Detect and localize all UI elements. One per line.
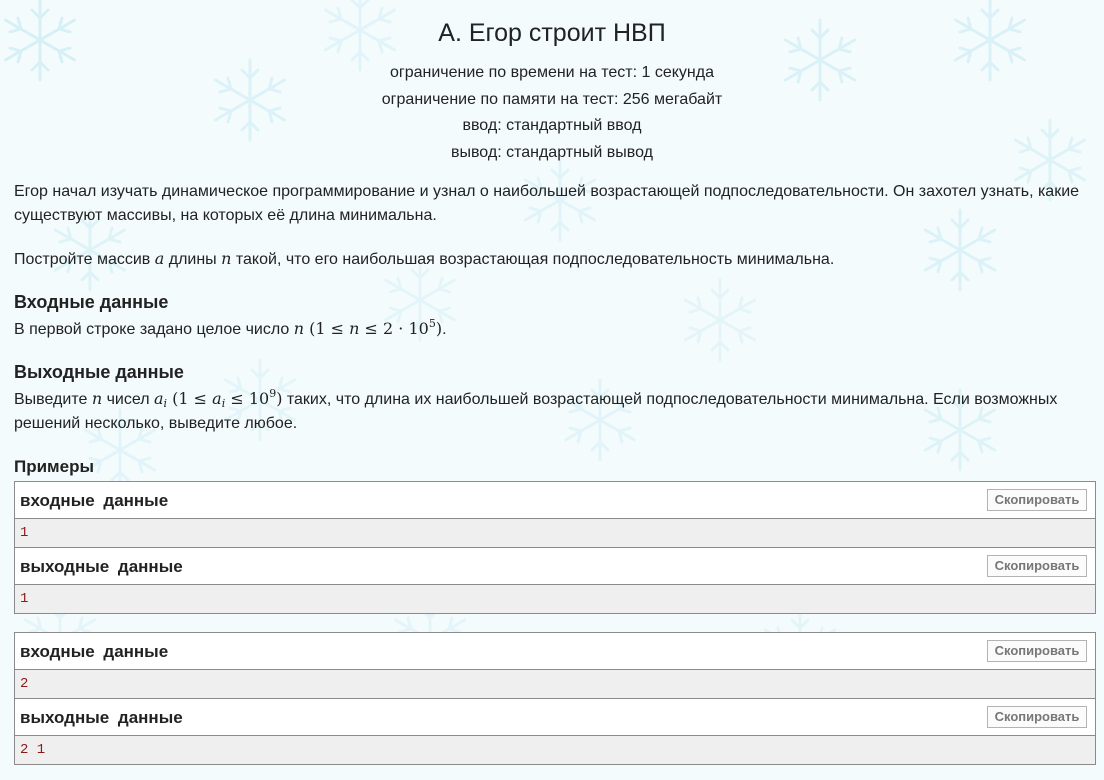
- example-output-label: выходные данные: [20, 708, 183, 727]
- problem-page: A. Егор строит НВП ограничение по времен…: [0, 0, 1104, 780]
- example-input-label: входные данные: [20, 491, 169, 510]
- example-output-header: выходные данные Скопировать: [15, 699, 1095, 736]
- examples-title: Примеры: [14, 457, 94, 476]
- example-input-value: 1: [20, 525, 29, 541]
- math-constraint: (1 ≤: [304, 319, 350, 338]
- math-exponent: 5: [428, 317, 436, 330]
- copy-output-button[interactable]: Скопировать: [987, 706, 1087, 728]
- example-output-label: выходные данные: [20, 557, 183, 576]
- output-section-title: Выходные данные: [14, 362, 184, 382]
- output-text: Выведите: [14, 391, 92, 408]
- statement-text: длины: [164, 251, 222, 268]
- math-var: n: [293, 319, 305, 338]
- example-input-label: входные данные: [20, 642, 169, 661]
- output-spec: вывод: стандартный вывод: [450, 143, 653, 161]
- problem-header: A. Егор строит НВП ограничение по времен…: [0, 0, 1104, 166]
- math-var: n: [349, 319, 360, 338]
- memory-limit: ограничение по памяти на тест: 256 мегаб…: [381, 90, 723, 108]
- example-input-body: 2: [15, 670, 1095, 699]
- math-constraint: ≤ 2 · 10: [359, 319, 429, 338]
- example-output-body: 2 1: [15, 736, 1095, 764]
- input-section-title: Входные данные: [14, 292, 169, 312]
- input-spec: ввод: стандартный ввод: [462, 117, 642, 134]
- copy-input-button[interactable]: Скопировать: [987, 489, 1087, 511]
- copy-input-button[interactable]: Скопировать: [987, 640, 1087, 662]
- input-text: В первой строке задано целое число: [14, 321, 294, 338]
- math-var: a: [212, 389, 222, 408]
- example-output-value: 2 1: [20, 742, 46, 758]
- statement-text: такой, что его наибольшая возрастающая п…: [231, 251, 835, 268]
- problem-title: A. Егор строит НВП: [438, 19, 666, 47]
- statement-text: Постройте массив: [14, 251, 155, 268]
- example-input-header: входные данные Скопировать: [15, 633, 1095, 670]
- math-var: n: [91, 389, 103, 408]
- statement-paragraph-2: Постройте массив a длины n такой, что ег…: [14, 247, 1092, 272]
- input-section-text: В первой строке задано целое число n (1 …: [14, 317, 1092, 342]
- time-limit: ограничение по времени на тест: 1 секунд…: [389, 64, 714, 81]
- example-input-body: 1: [15, 519, 1095, 548]
- math-var: n: [221, 249, 232, 268]
- statement-paragraph-1: Егор начал изучать динамическое программ…: [14, 183, 1080, 224]
- output-section-text: Выведите n чисел ai (1 ≤ ai ≤ 109) таких…: [14, 387, 1092, 436]
- math-var: a: [154, 249, 165, 268]
- example-output-header: выходные данные Скопировать: [15, 548, 1095, 585]
- math-constraint: ≤ 10: [225, 389, 270, 408]
- example-output-body: 1: [15, 585, 1095, 613]
- math-constraint: (1 ≤: [167, 389, 213, 408]
- output-text: чисел: [102, 391, 154, 408]
- example-1: входные данные Скопировать 1 выходные да…: [14, 481, 1096, 614]
- example-2: входные данные Скопировать 2 выходные да…: [14, 632, 1096, 765]
- example-input-value: 2: [20, 676, 29, 692]
- example-output-value: 1: [20, 591, 29, 607]
- input-text: .: [442, 321, 447, 338]
- example-input-header: входные данные Скопировать: [15, 482, 1095, 519]
- copy-output-button[interactable]: Скопировать: [987, 555, 1087, 577]
- math-var: a: [154, 389, 164, 408]
